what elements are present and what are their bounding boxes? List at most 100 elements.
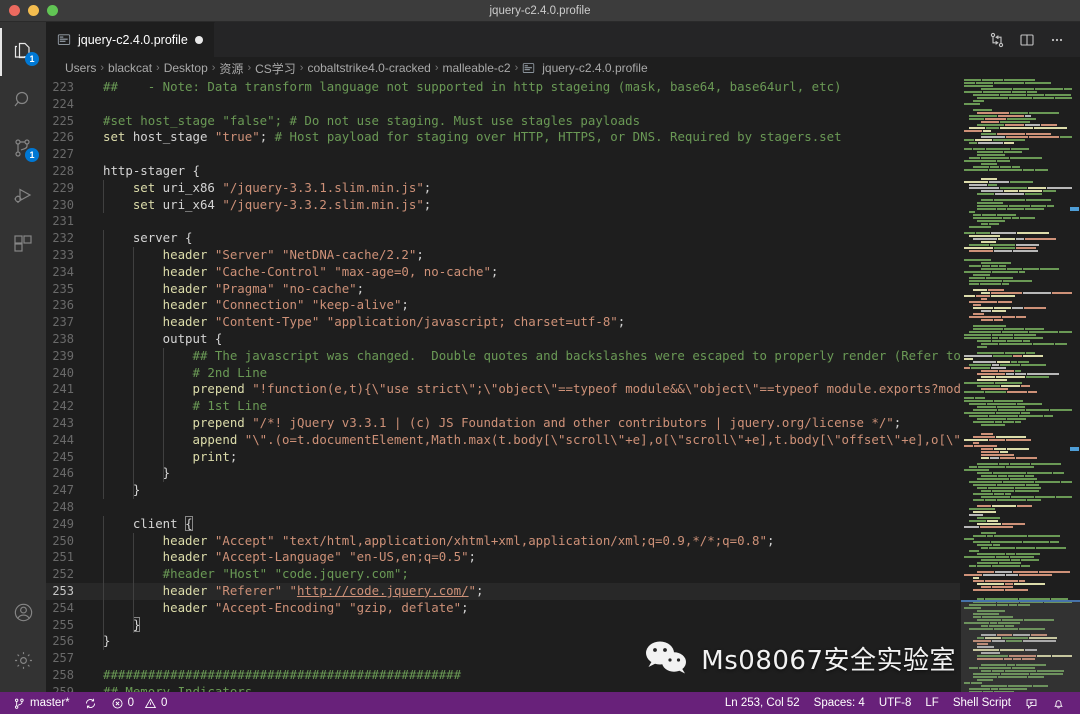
code-line-content[interactable]: #header "Host" "code.jquery.com"; <box>96 566 960 583</box>
breadcrumb-item[interactable]: Users <box>65 61 96 75</box>
tab-dirty-indicator[interactable] <box>194 36 203 44</box>
open-changes-button[interactable] <box>984 27 1010 53</box>
minimap[interactable] <box>960 79 1080 692</box>
code-line[interactable]: 235 header "Pragma" "no-cache"; <box>46 280 960 298</box>
code-line[interactable]: 224 <box>46 96 960 113</box>
code-line[interactable]: 234 header "Cache-Control" "max-age=0, n… <box>46 263 960 281</box>
more-actions-button[interactable] <box>1044 27 1070 53</box>
breadcrumb-file[interactable]: jquery-c2.4.0.profile <box>542 61 647 75</box>
breadcrumb-item[interactable]: blackcat <box>108 61 152 75</box>
code-link[interactable]: http://code.jquery.com/ <box>297 583 469 598</box>
status-cursor-position[interactable]: Ln 253, Col 52 <box>718 692 807 714</box>
code-line[interactable]: 250 header "Accept" "text/html,applicati… <box>46 532 960 550</box>
code-line[interactable]: 244 append "\".(o=t.documentElement,Math… <box>46 431 960 449</box>
status-notifications[interactable] <box>1045 692 1072 714</box>
zoom-window-button[interactable] <box>47 5 58 16</box>
code-line[interactable]: 251 header "Accept-Language" "en-US,en;q… <box>46 549 960 567</box>
code-line[interactable]: 257 <box>46 650 960 667</box>
code-line-content[interactable]: server { <box>96 230 960 247</box>
code-line-content[interactable]: print; <box>96 448 960 466</box>
code-line[interactable]: 230 set uri_x64 "/jquery-3.3.2.slim.min.… <box>46 196 960 214</box>
code-line-content[interactable]: client { <box>96 515 960 533</box>
status-branch[interactable]: master* <box>6 692 77 714</box>
code-line[interactable]: 238 output { <box>46 330 960 348</box>
code-line-content[interactable]: header "Pragma" "no-cache"; <box>96 280 960 298</box>
editor-tab[interactable]: jquery-c2.4.0.profile <box>46 22 215 57</box>
code-line[interactable]: 252 #header "Host" "code.jquery.com"; <box>46 566 960 583</box>
code-line-content[interactable]: header "Server" "NetDNA-cache/2.2"; <box>96 246 960 264</box>
code-line-content[interactable]: set host_stage "true"; # Host payload fo… <box>96 129 960 146</box>
code-line[interactable]: 253 header "Referer" "http://code.jquery… <box>46 582 960 600</box>
code-line[interactable]: 255 } <box>46 616 960 634</box>
code-line-content[interactable]: header "Connection" "keep-alive"; <box>96 297 960 315</box>
activity-item-settings[interactable] <box>0 636 46 684</box>
code-line[interactable]: 232 server { <box>46 230 960 247</box>
code-line[interactable]: 231 <box>46 213 960 230</box>
code-line-content[interactable]: ########################################… <box>96 667 960 684</box>
code-line[interactable]: 223 ## - Note: Data transform language no… <box>46 79 960 96</box>
code-line-content[interactable]: prepend "/*! jQuery v3.3.1 | (c) JS Foun… <box>96 414 960 432</box>
code-line[interactable]: 245 print; <box>46 448 960 466</box>
code-line[interactable]: 227 <box>46 146 960 163</box>
status-problems[interactable]: 0 0 <box>104 692 175 714</box>
code-line[interactable]: 259 ## Memory Indicators <box>46 684 960 692</box>
code-line-content[interactable]: append "\".(o=t.documentElement,Math.max… <box>96 431 960 449</box>
code-lines-viewport[interactable]: 223 ## - Note: Data transform language no… <box>46 79 960 692</box>
code-line[interactable]: 236 header "Connection" "keep-alive"; <box>46 297 960 315</box>
code-line[interactable]: 225 #set host_stage "false"; # Do not use… <box>46 113 960 130</box>
code-line-content[interactable]: header "Content-Type" "application/javas… <box>96 314 960 331</box>
code-line-content[interactable]: } <box>96 616 960 634</box>
code-line-content[interactable]: header "Accept" "text/html,application/x… <box>96 532 960 550</box>
code-editor[interactable]: 223 ## - Note: Data transform language no… <box>46 79 1080 692</box>
code-line-content[interactable]: header "Accept-Encoding" "gzip, deflate"… <box>96 599 960 617</box>
status-encoding[interactable]: UTF-8 <box>872 692 919 714</box>
activity-item-search[interactable] <box>0 76 46 124</box>
code-line[interactable]: 247 } <box>46 482 960 499</box>
code-line-content[interactable]: header "Accept-Language" "en-US,en;q=0.5… <box>96 549 960 567</box>
code-line-content[interactable]: #set host_stage "false"; # Do not use st… <box>96 113 960 130</box>
status-language-mode[interactable]: Shell Script <box>946 692 1018 714</box>
code-line[interactable]: 248 <box>46 499 960 516</box>
code-line[interactable]: 258 #####################################… <box>46 667 960 684</box>
code-line[interactable]: 226 set host_stage "true"; # Host payload… <box>46 129 960 146</box>
status-feedback[interactable] <box>1018 692 1045 714</box>
code-line-content[interactable]: header "Referer" "http://code.jquery.com… <box>96 582 960 600</box>
code-line-content[interactable]: prepend "!function(e,t){\"use strict\";\… <box>96 381 960 399</box>
code-line-content[interactable]: output { <box>96 330 960 348</box>
close-window-button[interactable] <box>9 5 20 16</box>
code-line[interactable]: 228 http-stager { <box>46 163 960 180</box>
code-line-content[interactable]: http-stager { <box>96 163 960 180</box>
code-line[interactable]: 239 ## The javascript was changed. Doubl… <box>46 347 960 365</box>
status-eol[interactable]: LF <box>918 692 945 714</box>
code-line-content[interactable]: ## - Note: Data transform language not s… <box>96 79 960 96</box>
code-line[interactable]: 243 prepend "/*! jQuery v3.3.1 | (c) JS … <box>46 414 960 432</box>
code-line[interactable]: 256} <box>46 633 960 651</box>
breadcrumb-item[interactable]: 资源 <box>219 60 243 77</box>
activity-item-source-control[interactable]: 1 <box>0 124 46 172</box>
activity-item-extensions[interactable] <box>0 220 46 268</box>
code-line-content[interactable]: set uri_x64 "/jquery-3.3.2.slim.min.js"; <box>96 196 960 214</box>
activity-item-explorer[interactable]: 1 <box>0 28 46 76</box>
breadcrumb-item[interactable]: malleable-c2 <box>443 61 511 75</box>
activity-item-run-debug[interactable] <box>0 172 46 220</box>
code-line-content[interactable]: } <box>96 633 960 651</box>
code-line-content[interactable]: # 2nd Line <box>96 364 960 382</box>
split-editor-button[interactable] <box>1014 27 1040 53</box>
code-line[interactable]: 246 } <box>46 465 960 483</box>
code-line[interactable]: 241 prepend "!function(e,t){\"use strict… <box>46 381 960 399</box>
code-line-content[interactable]: } <box>96 465 960 483</box>
code-line-content[interactable]: set uri_x86 "/jquery-3.3.1.slim.min.js"; <box>96 179 960 197</box>
code-line[interactable]: 233 header "Server" "NetDNA-cache/2.2"; <box>46 246 960 264</box>
activity-item-accounts[interactable] <box>0 588 46 636</box>
status-sync[interactable] <box>77 692 104 714</box>
code-lines[interactable]: 223 ## - Note: Data transform language no… <box>46 79 960 692</box>
code-line-content[interactable]: ## The javascript was changed. Double qu… <box>96 347 960 365</box>
code-line-content[interactable]: header "Cache-Control" "max-age=0, no-ca… <box>96 263 960 281</box>
code-line[interactable]: 249 client { <box>46 515 960 533</box>
code-line[interactable]: 229 set uri_x86 "/jquery-3.3.1.slim.min.… <box>46 179 960 197</box>
breadcrumb-item[interactable]: Desktop <box>164 61 208 75</box>
code-line-content[interactable]: ## Memory Indicators <box>96 684 960 692</box>
code-line[interactable]: 254 header "Accept-Encoding" "gzip, defl… <box>46 599 960 617</box>
code-line[interactable]: 240 # 2nd Line <box>46 364 960 382</box>
window-controls[interactable] <box>0 5 58 16</box>
